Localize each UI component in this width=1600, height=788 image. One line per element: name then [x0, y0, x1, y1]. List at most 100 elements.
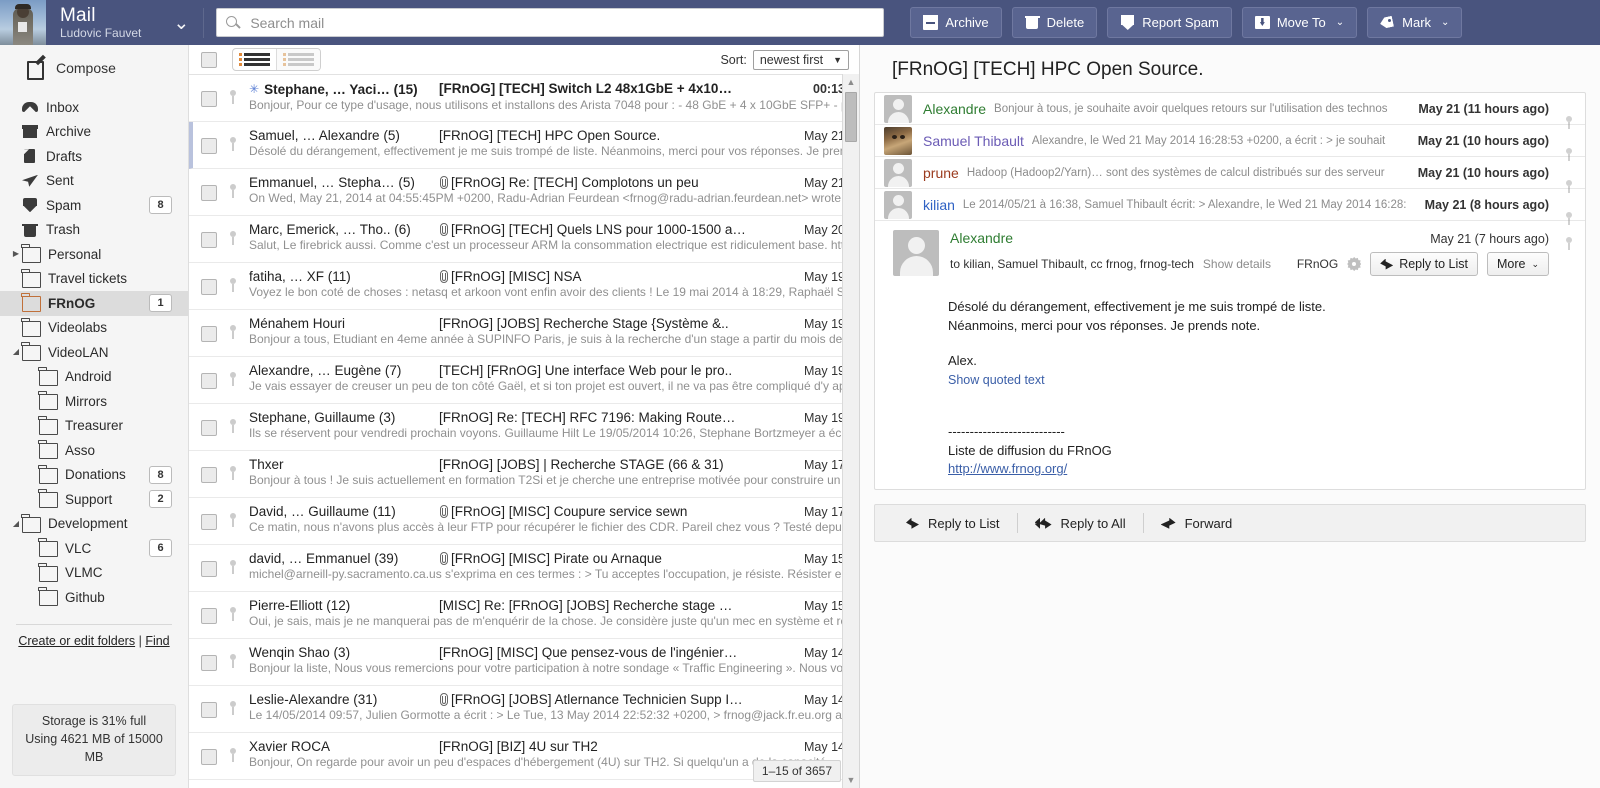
message-row[interactable]: David, … Guillaume (11) [FRnOG] [MISC] Co…: [189, 498, 859, 545]
message-row[interactable]: Marc, Emerick, … Tho.. (6) [FRnOG] [TECH]…: [189, 216, 859, 263]
message-row[interactable]: david, … Emmanuel (39) [FRnOG] [MISC] Pir…: [189, 545, 859, 592]
sidebar-item-label: VLMC: [65, 565, 103, 581]
disclosure-triangle-icon[interactable]: ◢: [10, 519, 22, 528]
sidebar-item-support[interactable]: Support 2: [0, 487, 188, 512]
mark-button[interactable]: Mark ⌄: [1367, 7, 1463, 38]
scroll-up-icon[interactable]: ▲: [843, 74, 859, 90]
collapsed-message[interactable]: kilian Le 2014/05/21 à 16:38, Samuel Thib…: [875, 189, 1585, 225]
more-button[interactable]: More ⌄: [1486, 252, 1549, 276]
sidebar-item-drafts[interactable]: Drafts: [0, 144, 188, 169]
report-spam-button[interactable]: Report Spam: [1107, 7, 1232, 38]
chevron-down-icon[interactable]: ⌄: [173, 12, 189, 35]
message-checkbox[interactable]: [201, 138, 217, 154]
message-row[interactable]: Alexandre, … Eugène (7) [TECH] [FRnOG] Un…: [189, 357, 859, 404]
sort-control: Sort: newest first ▼: [720, 49, 849, 70]
message-checkbox[interactable]: [201, 467, 217, 483]
scrollbar-thumb[interactable]: [845, 92, 857, 142]
sidebar-item-vlc[interactable]: VLC 6: [0, 536, 188, 561]
show-quoted-text-link[interactable]: Show quoted text: [948, 371, 1585, 389]
sidebar-item-sent[interactable]: Sent: [0, 169, 188, 194]
message-checkbox[interactable]: [201, 91, 217, 107]
forward-icon: [1160, 517, 1176, 529]
message-row[interactable]: Pierre-Elliott (12) [MISC] Re: [FRnOG] [J…: [189, 592, 859, 639]
reply-to-list-action[interactable]: Reply to List: [889, 513, 1017, 533]
reply-to-all-action[interactable]: Reply to All: [1016, 513, 1143, 534]
account-switcher[interactable]: Mail Ludovic Fauvet ⌄: [46, 5, 189, 40]
compose-button[interactable]: Compose: [0, 45, 188, 91]
sidebar-item-donations[interactable]: Donations 8: [0, 463, 188, 488]
chevron-down-icon: ⌄: [1441, 17, 1450, 28]
disclosure-triangle-icon[interactable]: ◢: [10, 348, 22, 356]
sidebar-item-mirrors[interactable]: Mirrors: [0, 389, 188, 414]
sidebar-item-inbox[interactable]: Inbox: [0, 95, 188, 120]
message-checkbox[interactable]: [201, 420, 217, 436]
view-compact-icon[interactable]: [233, 49, 276, 70]
collapsed-message[interactable]: Samuel Thibault Alexandre, le Wed 21 May …: [875, 125, 1585, 161]
search-input[interactable]: [248, 13, 876, 32]
sidebar-item-trash[interactable]: Trash: [0, 218, 188, 243]
message-checkbox[interactable]: [201, 326, 217, 342]
sidebar-item-asso[interactable]: Asso: [0, 438, 188, 463]
message-checkbox[interactable]: [201, 702, 217, 718]
sidebar-item-videolan[interactable]: ◢ VideoLAN: [0, 340, 188, 365]
sidebar-item-vlmc[interactable]: VLMC: [0, 561, 188, 586]
signature-link[interactable]: http://www.frnog.org/: [948, 461, 1067, 476]
message-row[interactable]: Samuel, … Alexandre (5) [FRnOG] [TECH] HP…: [189, 122, 859, 169]
message-checkbox[interactable]: [201, 655, 217, 671]
collapsed-message[interactable]: prune Hadoop (Hadoop2/Yarn)… sont des sys…: [875, 157, 1585, 193]
move-to-button[interactable]: Move To ⌄: [1241, 7, 1358, 38]
sidebar-item-frnog[interactable]: FRnOG 1: [0, 291, 188, 316]
sidebar-item-development[interactable]: ◢ Development: [0, 512, 188, 537]
trash-icon: [1024, 15, 1040, 30]
sidebar-item-videolabs[interactable]: Videolabs: [0, 316, 188, 341]
message-checkbox[interactable]: [201, 561, 217, 577]
sidebar-item-github[interactable]: Github: [0, 585, 188, 610]
message-row[interactable]: Wenqin Shao (3) [FRnOG] [MISC] Que pensez…: [189, 639, 859, 686]
pin-icon[interactable]: [1561, 230, 1577, 276]
search-box[interactable]: [216, 8, 885, 37]
message-checkbox[interactable]: [201, 373, 217, 389]
sidebar-item-treasurer[interactable]: Treasurer: [0, 414, 188, 439]
attachment-icon: [439, 551, 448, 566]
sort-select[interactable]: newest first ▼: [752, 49, 849, 70]
scroll-down-icon[interactable]: ▼: [843, 772, 859, 788]
create-edit-folders-link[interactable]: Create or edit folders: [18, 634, 135, 648]
message-row[interactable]: Leslie-Alexandre (31) [FRnOG] [JOBS] Atle…: [189, 686, 859, 733]
show-details-link[interactable]: Show details: [1203, 257, 1271, 271]
gear-icon[interactable]: [1347, 257, 1361, 271]
message-row[interactable]: Ménahem Houri [FRnOG] [JOBS] Recherche St…: [189, 310, 859, 357]
report-spam-button-label: Report Spam: [1142, 15, 1219, 30]
find-link[interactable]: Find: [145, 634, 169, 648]
star-icon[interactable]: ✳: [249, 82, 259, 96]
archive-button[interactable]: Archive: [910, 7, 1002, 38]
message-checkbox[interactable]: [201, 232, 217, 248]
collapsed-message[interactable]: Alexandre Bonjour à tous, je souhaite avo…: [875, 93, 1585, 129]
user-name: Ludovic Fauvet: [60, 25, 142, 40]
sidebar-item-android[interactable]: Android: [0, 365, 188, 390]
view-list-icon[interactable]: [276, 49, 320, 70]
select-all-checkbox[interactable]: [201, 51, 217, 68]
message-row[interactable]: Thxer [FRnOG] [JOBS] | Recherche STAGE (6…: [189, 451, 859, 498]
view-toggle[interactable]: [232, 48, 321, 71]
message-row[interactable]: ✳ Stephane, … Yaci… (15) [FRnOG] [TECH] Sw…: [189, 75, 859, 122]
disclosure-triangle-icon[interactable]: ▶: [10, 250, 22, 258]
message-checkbox[interactable]: [201, 185, 217, 201]
sidebar-item-travel-tickets[interactable]: Travel tickets: [0, 267, 188, 292]
message-row[interactable]: Stephane, Guillaume (3) [FRnOG] Re: [TECH…: [189, 404, 859, 451]
message-row[interactable]: Emmanuel, … Stepha… (5) [FRnOG] Re: [TECH…: [189, 169, 859, 216]
message-row[interactable]: fatiha, … XF (11) [FRnOG] [MISC] NSA May 1…: [189, 263, 859, 310]
delete-button[interactable]: Delete: [1011, 7, 1098, 38]
message-checkbox[interactable]: [201, 608, 217, 624]
attachment-icon: [439, 269, 448, 284]
open-message-sender[interactable]: Alexandre: [950, 230, 1013, 246]
message-snippet: On Wed, May 21, 2014 at 04:55:45PM +0200…: [249, 191, 859, 205]
forward-action[interactable]: Forward: [1142, 513, 1250, 534]
sidebar-item-archive[interactable]: Archive: [0, 120, 188, 145]
message-checkbox[interactable]: [201, 749, 217, 765]
sidebar-item-spam[interactable]: Spam 8: [0, 193, 188, 218]
reply-to-list-button[interactable]: Reply to List: [1370, 252, 1478, 276]
message-list-scrollbar[interactable]: ▲ ▼: [842, 74, 859, 788]
message-checkbox[interactable]: [201, 279, 217, 295]
sidebar-item-personal[interactable]: ▶ Personal: [0, 242, 188, 267]
message-checkbox[interactable]: [201, 514, 217, 530]
